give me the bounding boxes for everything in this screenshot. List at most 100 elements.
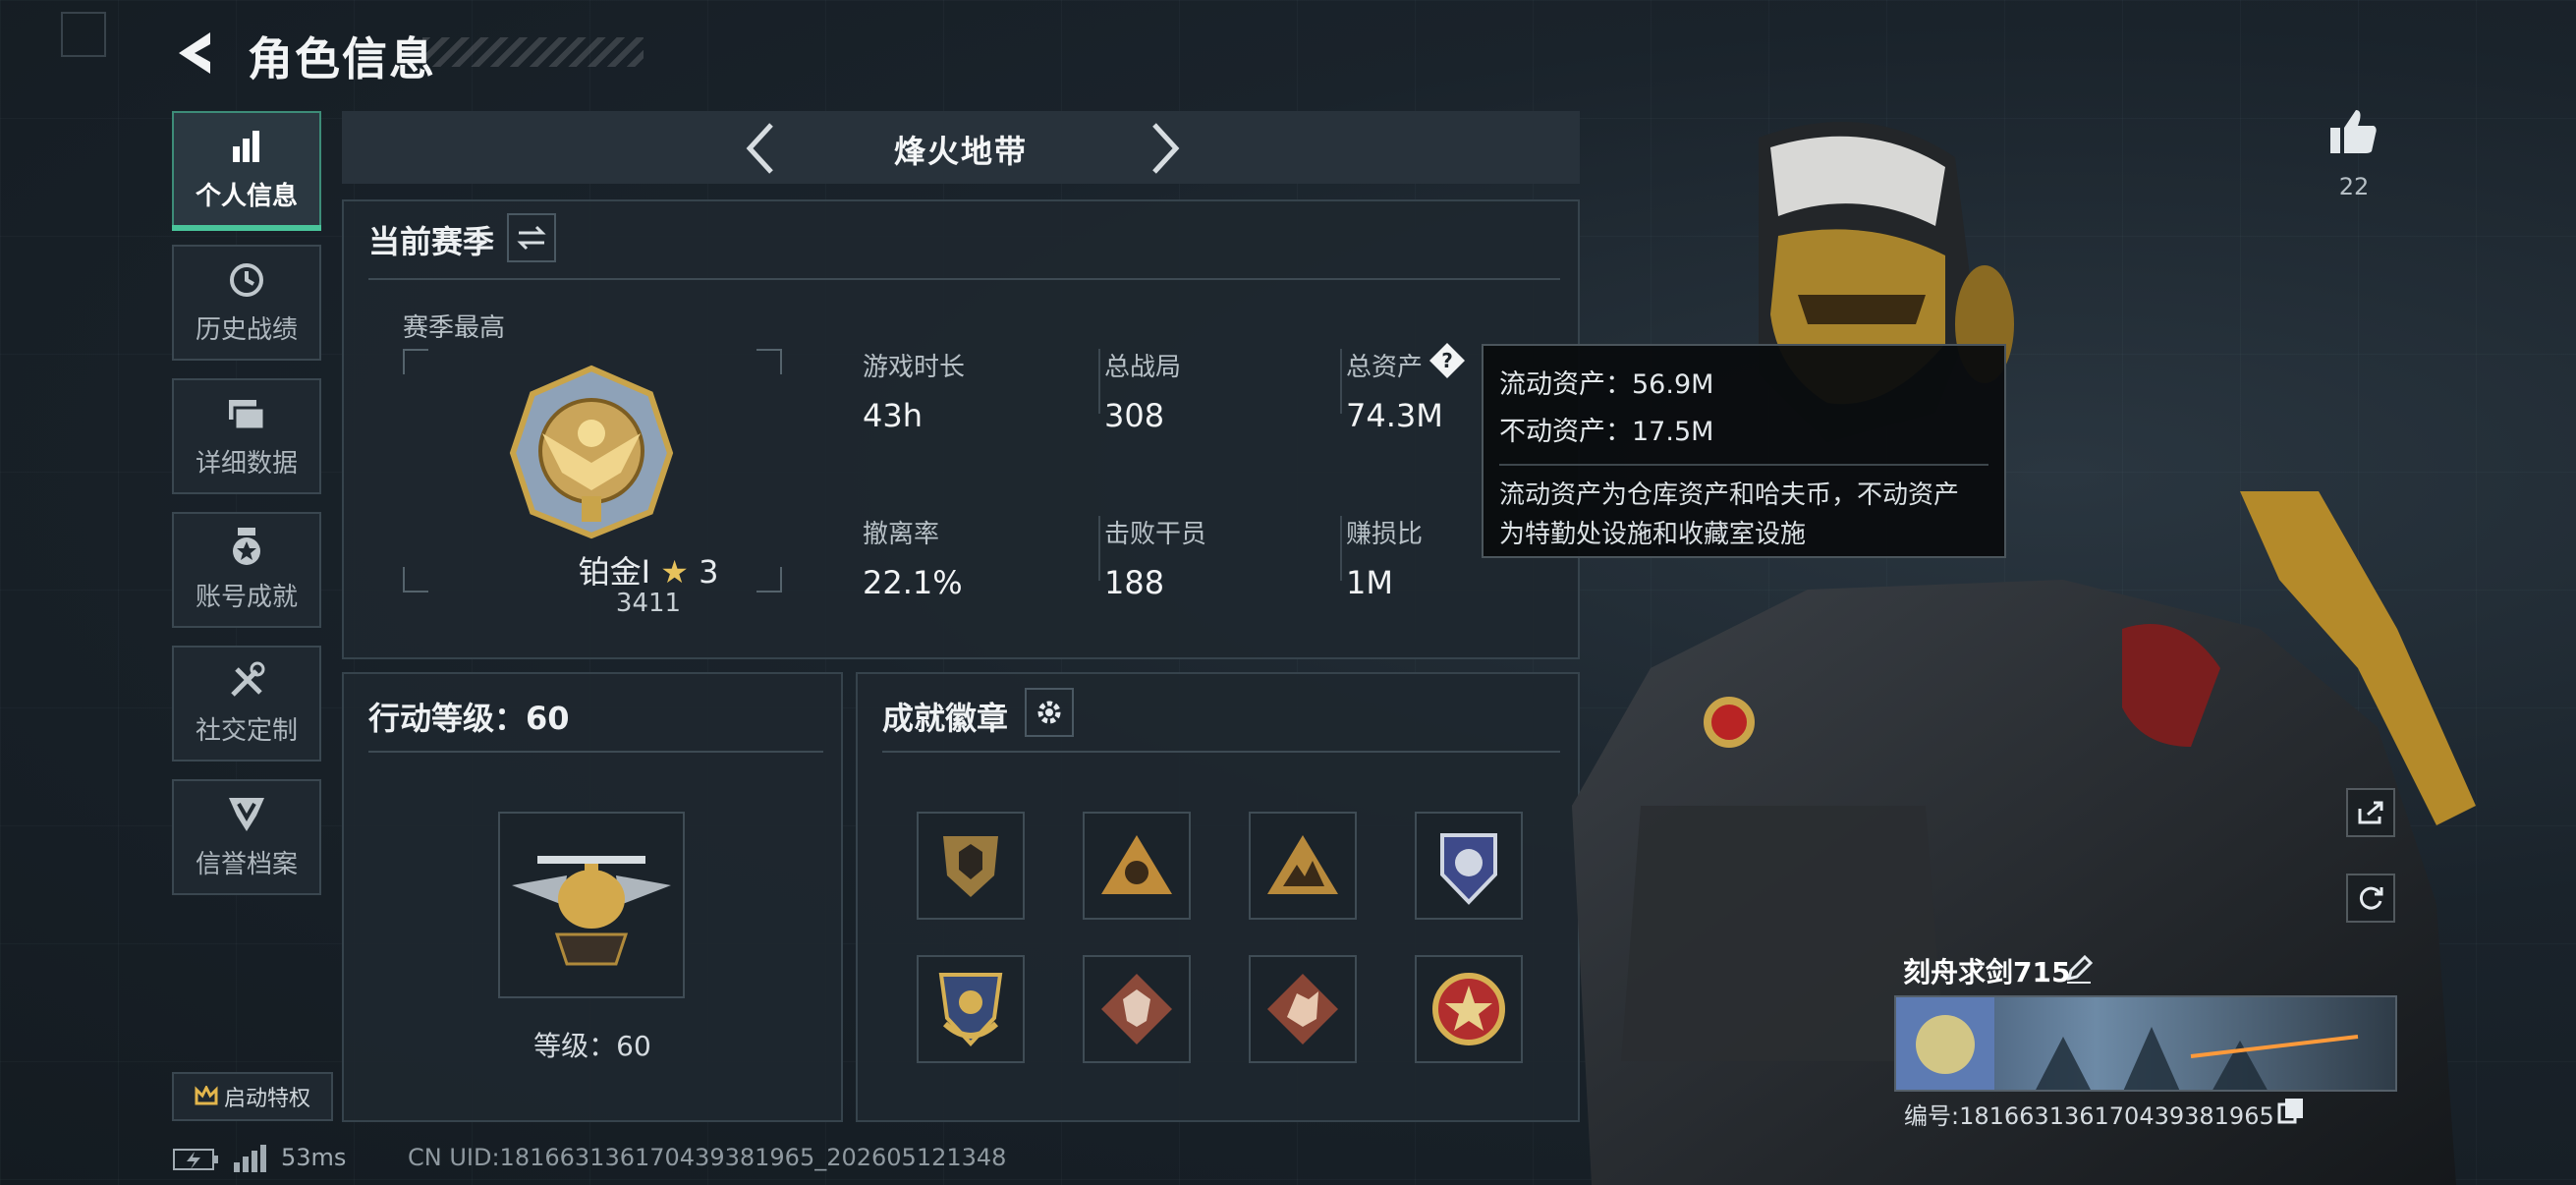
sidebar-item-details[interactable]: 详细数据 [172, 378, 321, 494]
signal-icon [234, 1145, 266, 1172]
badge-slot[interactable] [1415, 812, 1523, 920]
share-icon [2358, 801, 2383, 824]
tooltip-desc-1: 流动资产为仓库资产和哈夫币，不动资产 [1499, 480, 1960, 510]
stat-value: 22.1% [863, 564, 963, 601]
player-name: 刻舟求剑715 [1903, 956, 2071, 988]
season-switch-button[interactable] [507, 213, 556, 262]
svg-text:?: ? [1441, 349, 1453, 372]
divider [1340, 349, 1342, 414]
mountain-badge-icon [1267, 835, 1338, 894]
stat-label: 击败干员 [1104, 520, 1207, 549]
police-badge-icon [1440, 833, 1497, 905]
wolf-badge-icon [1101, 974, 1172, 1044]
thumbs-up-icon[interactable] [2328, 106, 2380, 157]
stat-value: 74.3M [1346, 397, 1443, 434]
name-card-banner[interactable] [1894, 995, 2397, 1092]
helicopter-emblem-icon [512, 856, 671, 966]
cards-icon [227, 394, 266, 433]
refresh-button[interactable] [2346, 874, 2395, 923]
star-badge-icon [1432, 973, 1505, 1045]
stat-value: 188 [1104, 564, 1165, 601]
shield-star-icon [227, 795, 266, 834]
badge-slot[interactable] [1083, 955, 1191, 1063]
badge-settings-button[interactable] [1025, 688, 1074, 737]
divider [1098, 516, 1100, 581]
season-title: 当前赛季 [368, 223, 495, 260]
season-best-label: 赛季最高 [403, 313, 506, 343]
divider [368, 751, 823, 753]
sidebar-item-reputation[interactable]: 信誉档案 [172, 779, 321, 895]
rank-name-row: 铂金Ⅰ ★ 3 [521, 547, 776, 592]
like-count: 22 [2338, 173, 2370, 200]
back-arrow-icon [179, 32, 210, 74]
sidebar-item-social[interactable]: 社交定制 [172, 646, 321, 762]
dragon-badge-icon [1267, 974, 1338, 1044]
sidebar-item-label: 个人信息 [195, 181, 298, 211]
level-emblem[interactable] [498, 812, 685, 998]
mode-title: 烽火地带 [893, 133, 1028, 170]
title-decoration [422, 37, 644, 67]
sidebar-item-achievements[interactable]: 账号成就 [172, 512, 321, 628]
clock-icon [227, 260, 266, 300]
sidebar-item-label: 信誉档案 [195, 849, 298, 879]
divider [1499, 464, 1988, 466]
stat-label: 撤离率 [863, 520, 940, 549]
badge-slot[interactable] [1249, 812, 1357, 920]
ping-text: 53ms [281, 1144, 347, 1171]
page-title: 角色信息 [248, 32, 436, 85]
badge-slot[interactable] [917, 955, 1025, 1063]
badges-panel: 成就徽章 [856, 672, 1580, 1122]
level-label: 等级：60 [533, 1030, 651, 1062]
stat-value: 43h [863, 397, 923, 434]
stat-label: 赚损比 [1346, 520, 1424, 549]
level-title: 行动等级：60 [368, 700, 570, 737]
chevron-right-icon [1152, 123, 1180, 174]
medal-icon [227, 527, 266, 567]
mode-next-button[interactable] [1138, 121, 1193, 176]
edit-pencil-icon[interactable] [2063, 953, 2095, 985]
share-button[interactable] [2346, 788, 2395, 837]
stat-value: 1M [1346, 564, 1393, 601]
corner-frame [61, 12, 106, 57]
badges-title: 成就徽章 [882, 700, 1009, 737]
badge-slot[interactable] [917, 812, 1025, 920]
start-privilege-button[interactable]: 启动特权 [172, 1072, 333, 1121]
frame-corner [756, 349, 782, 374]
banner-artwork [1896, 997, 2359, 1090]
stat-operators-defeated: 击败干员 188 [1104, 514, 1206, 601]
divider [1340, 516, 1342, 581]
stat-total-matches: 总战局 308 [1104, 347, 1181, 434]
mode-switcher: 烽火地带 [342, 111, 1580, 184]
assets-tooltip: 流动资产：56.9M 不动资产：17.5M 流动资产为仓库资产和哈夫币，不动资产… [1482, 344, 2006, 558]
help-diamond-icon[interactable]: ? [1428, 342, 1466, 379]
tools-icon [227, 661, 266, 701]
stat-label: 总战局 [1104, 353, 1182, 382]
cn-uid: CN UID:18166313617043​9381965_2026051213… [408, 1144, 1007, 1171]
sidebar-item-label: 历史战绩 [195, 314, 298, 345]
badge-slot[interactable] [1083, 812, 1191, 920]
bar-chart-icon [227, 127, 266, 166]
stat-extraction-rate: 撤离率 22.1% [863, 514, 963, 601]
back-button[interactable] [169, 26, 218, 81]
platinum-rank-emblem-icon [509, 365, 674, 539]
divider [368, 278, 1560, 280]
divider [882, 751, 1560, 753]
rank-name: 铂金Ⅰ [578, 553, 651, 591]
refresh-icon [2359, 886, 2383, 910]
sidebar-item-label: 账号成就 [195, 582, 298, 612]
rank-score: 3411 [615, 589, 682, 618]
sidebar-item-personal-info[interactable]: 个人信息 [172, 111, 321, 231]
gear-icon [1037, 701, 1061, 724]
badge-slot[interactable] [1415, 955, 1523, 1063]
divider [1098, 349, 1100, 414]
copy-icon[interactable] [2277, 1097, 2305, 1124]
stat-play-time: 游戏时长 43h [863, 347, 965, 434]
player-id: 编号:1816631361704393819​65 [1904, 1102, 2274, 1130]
frame-corner [403, 349, 428, 374]
fixed-assets: 不动资产：17.5M [1499, 417, 1714, 447]
battery-icon [173, 1149, 218, 1170]
eagle-badge-icon [938, 973, 1003, 1046]
start-privilege-label: 启动特权 [223, 1087, 310, 1111]
badge-slot[interactable] [1249, 955, 1357, 1063]
sidebar-item-history[interactable]: 历史战绩 [172, 245, 321, 361]
